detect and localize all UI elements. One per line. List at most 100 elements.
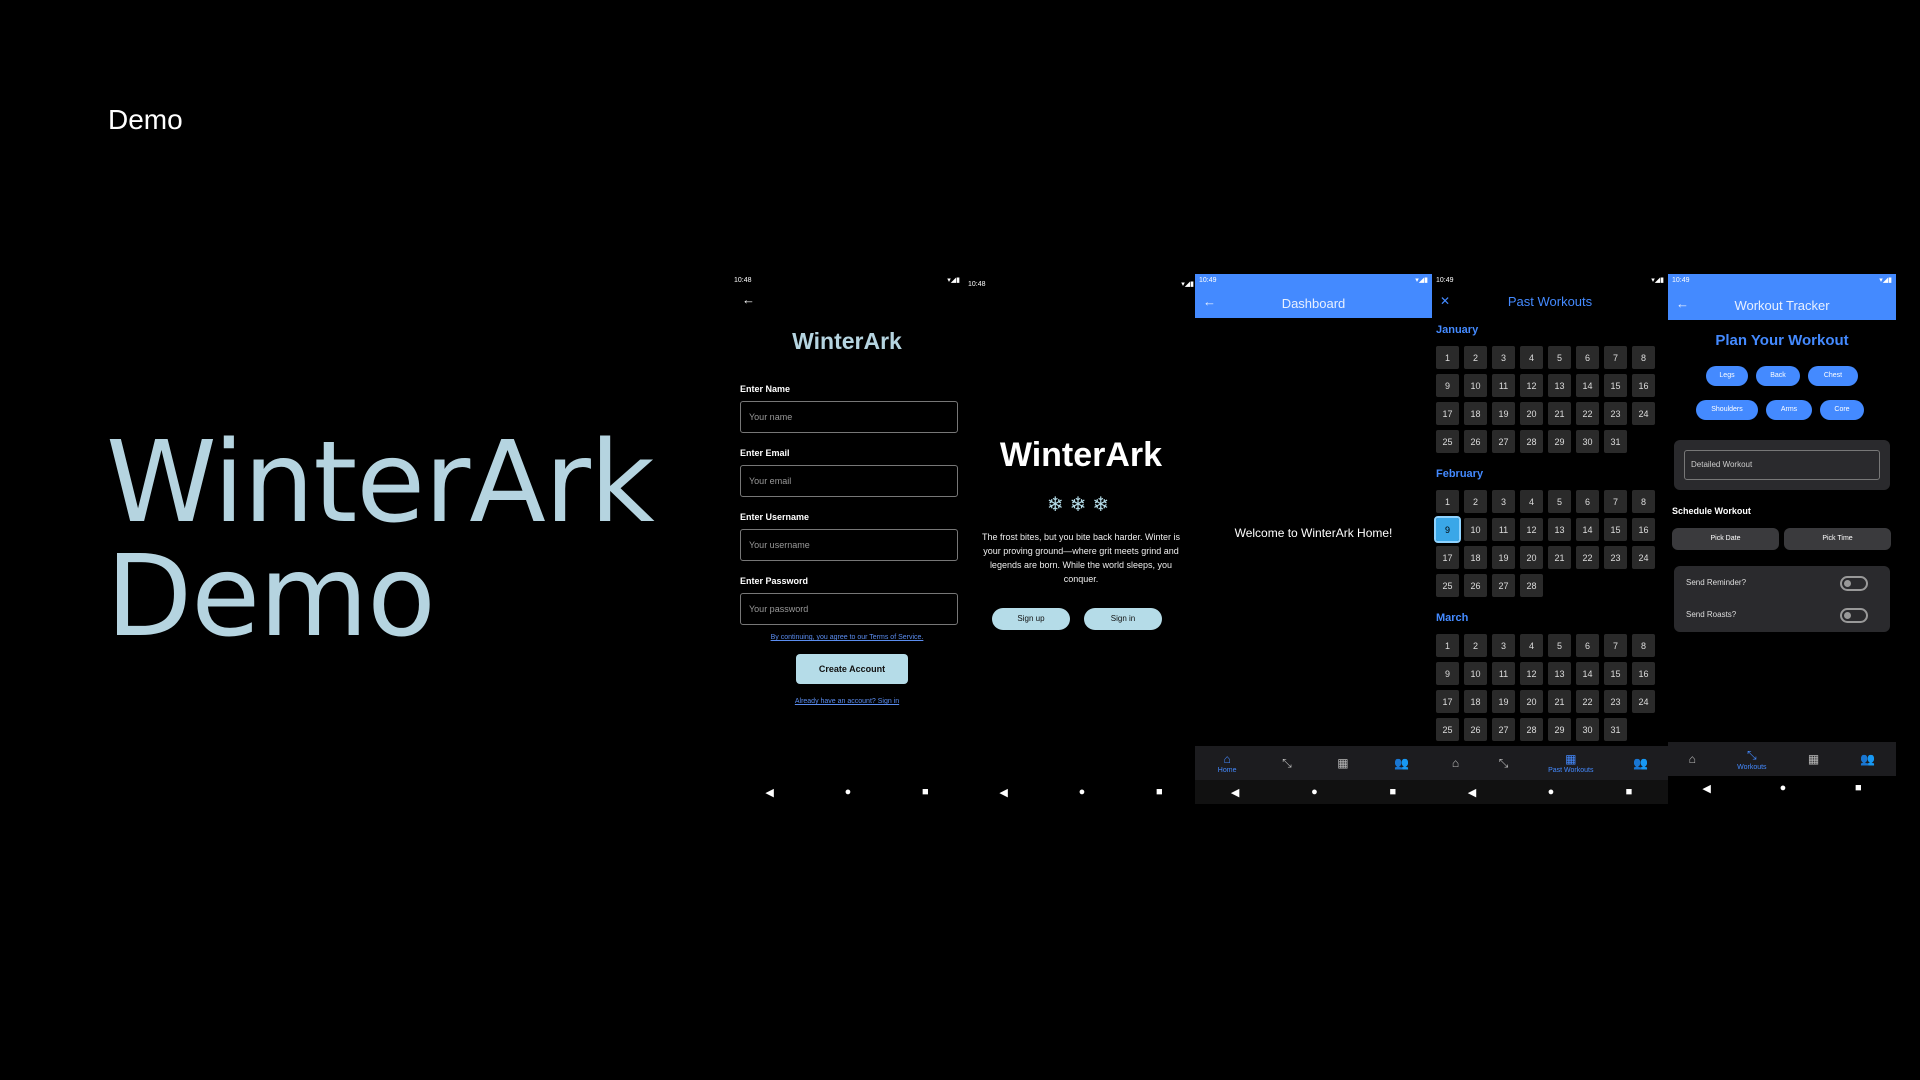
tab-friends[interactable]: 👥 bbox=[1633, 756, 1648, 770]
calendar-day[interactable]: 17 bbox=[1436, 402, 1459, 425]
calendar-day[interactable]: 21 bbox=[1548, 402, 1571, 425]
calendar-day[interactable]: 7 bbox=[1604, 634, 1627, 657]
calendar-day[interactable]: 6 bbox=[1576, 634, 1599, 657]
calendar-day[interactable]: 19 bbox=[1492, 546, 1515, 569]
calendar-day[interactable]: 10 bbox=[1464, 662, 1487, 685]
calendar-day[interactable]: 7 bbox=[1604, 490, 1627, 513]
calendar-day[interactable]: 3 bbox=[1492, 490, 1515, 513]
calendar-day[interactable]: 28 bbox=[1520, 718, 1543, 741]
calendar-day[interactable]: 17 bbox=[1436, 546, 1459, 569]
nav-home-icon[interactable]: ● bbox=[1079, 786, 1086, 798]
calendar-day[interactable]: 31 bbox=[1604, 430, 1627, 453]
chip-chest[interactable]: Chest bbox=[1808, 366, 1858, 386]
calendar-day[interactable]: 4 bbox=[1520, 346, 1543, 369]
calendar-day[interactable]: 23 bbox=[1604, 402, 1627, 425]
calendar-day[interactable]: 8 bbox=[1632, 346, 1655, 369]
calendar-day[interactable]: 18 bbox=[1464, 546, 1487, 569]
calendar-day[interactable]: 27 bbox=[1492, 574, 1515, 597]
tab-workouts[interactable]: ⤡ bbox=[1499, 756, 1509, 771]
calendar-day[interactable]: 8 bbox=[1632, 490, 1655, 513]
calendar-day[interactable]: 31 bbox=[1604, 718, 1627, 741]
calendar-day[interactable]: 29 bbox=[1548, 718, 1571, 741]
calendar-day[interactable]: 17 bbox=[1436, 690, 1459, 713]
calendar-day[interactable]: 5 bbox=[1548, 490, 1571, 513]
calendar-day[interactable]: 30 bbox=[1576, 718, 1599, 741]
terms-link[interactable]: By continuing, you agree to our Terms of… bbox=[730, 634, 964, 641]
calendar-day[interactable]: 13 bbox=[1548, 374, 1571, 397]
calendar-day[interactable]: 10 bbox=[1464, 518, 1487, 541]
calendar-day[interactable]: 24 bbox=[1632, 546, 1655, 569]
tab-calendar[interactable]: ▦ bbox=[1337, 756, 1348, 770]
calendar-day[interactable]: 19 bbox=[1492, 402, 1515, 425]
calendar-day[interactable]: 26 bbox=[1464, 574, 1487, 597]
calendar-day[interactable]: 15 bbox=[1604, 374, 1627, 397]
calendar-day[interactable]: 28 bbox=[1520, 574, 1543, 597]
pick-time-button[interactable]: Pick Time bbox=[1784, 528, 1891, 550]
nav-home-icon[interactable]: ● bbox=[845, 786, 852, 798]
calendar-day[interactable]: 16 bbox=[1632, 662, 1655, 685]
calendar-day[interactable]: 15 bbox=[1604, 662, 1627, 685]
calendar-day[interactable]: 28 bbox=[1520, 430, 1543, 453]
tab-friends[interactable]: 👥 bbox=[1860, 752, 1875, 766]
calendar-day[interactable]: 20 bbox=[1520, 546, 1543, 569]
calendar-day[interactable]: 13 bbox=[1548, 518, 1571, 541]
calendar-day[interactable]: 9 bbox=[1436, 374, 1459, 397]
calendar-day[interactable]: 7 bbox=[1604, 346, 1627, 369]
nav-back-icon[interactable]: ◀ bbox=[765, 786, 773, 799]
calendar-day[interactable]: 13 bbox=[1548, 662, 1571, 685]
calendar-day[interactable]: 12 bbox=[1520, 374, 1543, 397]
tab-home[interactable]: ⌂ bbox=[1452, 756, 1459, 770]
nav-home-icon[interactable]: ● bbox=[1548, 786, 1555, 798]
calendar-day[interactable]: 3 bbox=[1492, 346, 1515, 369]
tab-home[interactable]: ⌂ bbox=[1689, 752, 1696, 766]
tab-workouts[interactable]: ⤡ bbox=[1282, 756, 1292, 771]
nav-home-icon[interactable]: ● bbox=[1311, 786, 1318, 798]
calendar-day[interactable]: 11 bbox=[1492, 662, 1515, 685]
calendar-day[interactable]: 16 bbox=[1632, 374, 1655, 397]
tab-home[interactable]: ⌂ Home bbox=[1218, 752, 1237, 774]
calendar-day[interactable]: 8 bbox=[1632, 634, 1655, 657]
calendar-day[interactable]: 6 bbox=[1576, 346, 1599, 369]
tab-calendar[interactable]: ▦ bbox=[1808, 752, 1819, 766]
calendar-day[interactable]: 30 bbox=[1576, 430, 1599, 453]
nav-recents-icon[interactable]: ■ bbox=[1156, 786, 1163, 798]
calendar-day[interactable]: 25 bbox=[1436, 430, 1459, 453]
calendar-day[interactable]: 14 bbox=[1576, 374, 1599, 397]
signin-button[interactable]: Sign in bbox=[1084, 608, 1162, 630]
calendar-day[interactable]: 23 bbox=[1604, 690, 1627, 713]
calendar-day[interactable]: 18 bbox=[1464, 690, 1487, 713]
nav-home-icon[interactable]: ● bbox=[1780, 782, 1787, 794]
calendar-day[interactable]: 22 bbox=[1576, 690, 1599, 713]
chip-shoulders[interactable]: Shoulders bbox=[1696, 400, 1758, 420]
nav-recents-icon[interactable]: ■ bbox=[1626, 786, 1633, 798]
calendar-day[interactable]: 2 bbox=[1464, 634, 1487, 657]
calendar-day[interactable]: 19 bbox=[1492, 690, 1515, 713]
password-input[interactable]: Your password bbox=[740, 593, 958, 625]
calendar-day[interactable]: 1 bbox=[1436, 490, 1459, 513]
calendar-day[interactable]: 26 bbox=[1464, 430, 1487, 453]
nav-recents-icon[interactable]: ■ bbox=[1389, 786, 1396, 798]
signin-link[interactable]: Already have an account? Sign in bbox=[730, 698, 964, 705]
calendar-day[interactable]: 20 bbox=[1520, 690, 1543, 713]
tab-past-workouts[interactable]: ▦ Past Workouts bbox=[1548, 752, 1593, 774]
nav-back-icon[interactable]: ◀ bbox=[1231, 786, 1239, 799]
calendar-day[interactable]: 4 bbox=[1520, 490, 1543, 513]
nav-back-icon[interactable]: ◀ bbox=[999, 786, 1007, 799]
calendar-day[interactable]: 23 bbox=[1604, 546, 1627, 569]
calendar-day[interactable]: 24 bbox=[1632, 402, 1655, 425]
roasts-toggle[interactable] bbox=[1840, 608, 1868, 623]
calendar-day[interactable]: 16 bbox=[1632, 518, 1655, 541]
chip-legs[interactable]: Legs bbox=[1706, 366, 1748, 386]
calendar-day[interactable]: 3 bbox=[1492, 634, 1515, 657]
calendar-day[interactable]: 15 bbox=[1604, 518, 1627, 541]
chip-core[interactable]: Core bbox=[1820, 400, 1864, 420]
signup-button[interactable]: Sign up bbox=[992, 608, 1070, 630]
calendar-day[interactable]: 12 bbox=[1520, 662, 1543, 685]
calendar-day[interactable]: 14 bbox=[1576, 662, 1599, 685]
nav-back-icon[interactable]: ◀ bbox=[1468, 786, 1476, 799]
calendar-day[interactable]: 18 bbox=[1464, 402, 1487, 425]
reminder-toggle[interactable] bbox=[1840, 576, 1868, 591]
calendar-day[interactable]: 27 bbox=[1492, 430, 1515, 453]
calendar-day[interactable]: 26 bbox=[1464, 718, 1487, 741]
username-input[interactable]: Your username bbox=[740, 529, 958, 561]
